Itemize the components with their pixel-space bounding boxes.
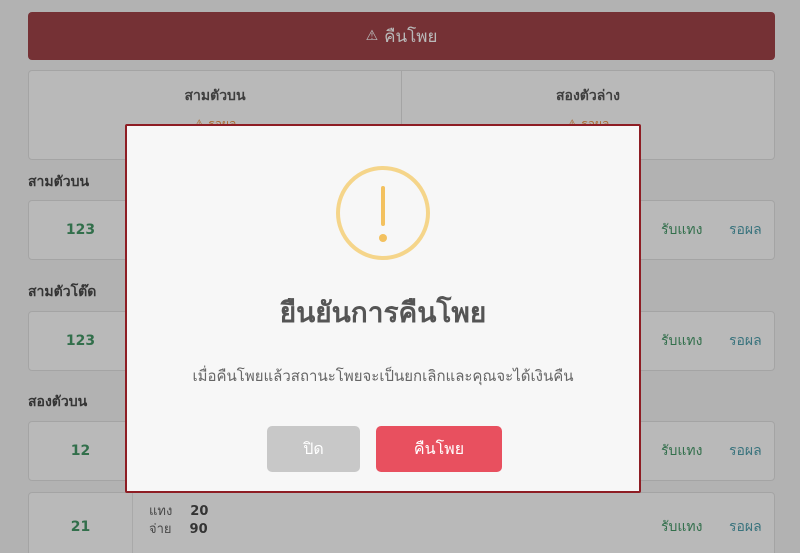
warning-circle-icon — [336, 166, 430, 260]
confirm-refund-button[interactable]: คืนโพย — [376, 426, 502, 472]
dialog-title: ยืนยันการคืนโพย — [279, 296, 487, 329]
close-button[interactable]: ปิด — [267, 426, 360, 472]
confirm-dialog: ยืนยันการคืนโพย เมื่อคืนโพยแล้วสถานะโพยจ… — [125, 124, 641, 493]
dialog-message: เมื่อคืนโพยแล้วสถานะโพยจะเป็นยกเลิกและคุ… — [192, 367, 574, 385]
